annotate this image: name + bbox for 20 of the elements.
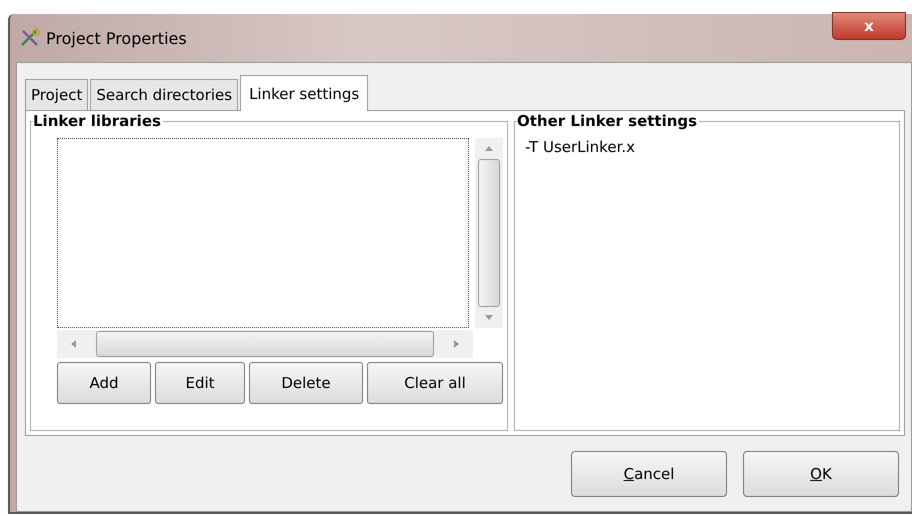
setting-line: -T UserLinker.x (525, 138, 636, 156)
list-action-button[interactable]: Delete (249, 362, 363, 404)
list-action-button[interactable]: Add (57, 362, 151, 404)
scroll-left-icon[interactable] (71, 340, 76, 348)
tab[interactable]: Linker settings (240, 75, 368, 111)
vertical-scrollbar[interactable] (475, 138, 503, 328)
group-title: Other Linker settings (517, 113, 700, 130)
dialog-button[interactable]: OK (743, 450, 899, 496)
scroll-right-icon[interactable] (454, 340, 459, 348)
list-action-button[interactable]: Edit (155, 362, 245, 404)
dialog-button[interactable]: Cancel (571, 450, 727, 496)
list-action-button[interactable]: Clear all (367, 362, 503, 404)
window-title: Project Properties (46, 28, 187, 48)
scroll-up-icon[interactable] (485, 146, 493, 151)
horizontal-scrollbar[interactable] (57, 330, 473, 358)
close-button[interactable]: x (832, 12, 906, 40)
tab[interactable]: Search directories (90, 79, 238, 110)
tools-icon (20, 28, 40, 48)
scroll-down-icon[interactable] (485, 315, 493, 320)
tab[interactable]: Project (25, 79, 88, 110)
